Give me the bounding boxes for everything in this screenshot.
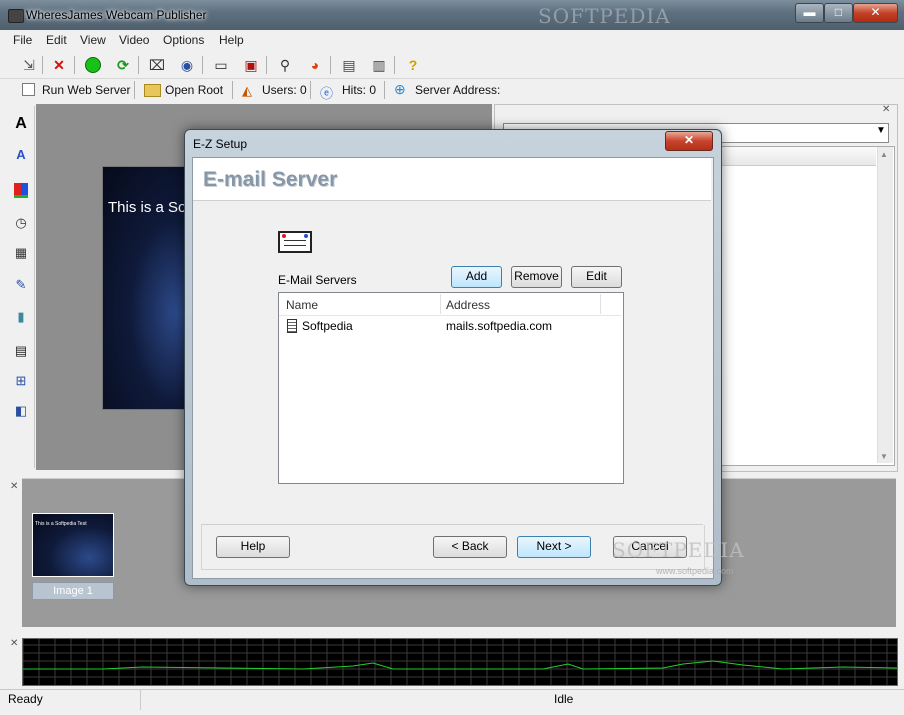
status-text: Ready	[8, 692, 43, 706]
menu-view[interactable]: View	[80, 33, 106, 47]
email-server-icon	[278, 231, 312, 253]
remove-button[interactable]: Remove	[511, 266, 562, 288]
network-icon[interactable]: ⊞	[12, 372, 30, 390]
menu-video[interactable]: Video	[119, 33, 149, 47]
camera-icon[interactable]: ▤	[340, 56, 358, 74]
thumbnail-image[interactable]: This is a Softpedia Test	[32, 513, 114, 577]
scroll-down-icon[interactable]: ▼	[880, 452, 888, 461]
eye-icon[interactable]: ◉	[178, 56, 196, 74]
text-effect-icon[interactable]: A	[12, 146, 30, 164]
delete-icon[interactable]: ✕	[50, 56, 68, 74]
server-address-label: Server Address:	[415, 83, 501, 97]
devices-icon[interactable]: ◧	[12, 402, 30, 420]
text-icon[interactable]: A	[12, 115, 30, 133]
toolbar-separator	[74, 56, 75, 74]
toolbar-separator	[134, 81, 135, 99]
toolbar-separator	[394, 56, 395, 74]
preview-caption: This is a So	[108, 199, 187, 216]
minimize-button[interactable]: ▬	[795, 3, 824, 23]
status-bar	[0, 689, 904, 712]
column-name[interactable]: Name	[286, 298, 318, 312]
clock-icon[interactable]: ◷	[12, 214, 30, 232]
menu-help[interactable]: Help	[219, 33, 244, 47]
grid-icon[interactable]: ▦	[12, 244, 30, 262]
colors-icon[interactable]: ◕	[306, 56, 324, 74]
column-divider[interactable]	[440, 294, 441, 314]
column-address[interactable]: Address	[446, 298, 490, 312]
toolbar-separator	[310, 81, 311, 99]
column-divider[interactable]	[600, 294, 601, 314]
dialog-close-button[interactable]: ✕	[665, 131, 713, 151]
close-button[interactable]: ✕	[853, 3, 898, 23]
next-button[interactable]: Next >	[517, 536, 591, 558]
toolbar-separator	[138, 56, 139, 74]
capture-icon[interactable]: ⌧	[148, 56, 166, 74]
toolbar-separator	[266, 56, 267, 74]
graph-close-icon[interactable]: ✕	[10, 638, 18, 649]
toolbar-separator	[330, 56, 331, 74]
dialog-heading: E-mail Server	[203, 168, 338, 191]
film-icon[interactable]: ▤	[12, 342, 30, 360]
status-divider	[140, 690, 141, 710]
activity-graph-svg	[22, 639, 898, 685]
watermark-brand: SOFTPEDIA	[612, 538, 745, 562]
email-servers-label: E-Mail Servers	[278, 273, 357, 287]
thumbnail-label[interactable]: Image 1	[32, 582, 114, 600]
dialog-title: E-Z Setup	[193, 137, 248, 151]
color-block-icon[interactable]	[12, 180, 30, 198]
run-web-server-label[interactable]: Run Web Server	[42, 83, 130, 97]
scroll-up-icon[interactable]: ▲	[880, 150, 888, 159]
hits-count: Hits: 0	[342, 83, 377, 97]
camera2-icon[interactable]: ▥	[370, 56, 388, 74]
open-root-button[interactable]: Open Root	[165, 83, 223, 97]
toolbar-separator	[384, 81, 385, 99]
window-title: WheresJames Webcam Publisher	[26, 8, 207, 22]
menu-edit[interactable]: Edit	[46, 33, 67, 47]
toolbar-separator	[232, 81, 233, 99]
thumbnail-caption: This is a Softpedia Test	[35, 521, 87, 527]
chevron-down-icon[interactable]: ▼	[876, 125, 886, 136]
server-name: Softpedia	[302, 319, 353, 333]
hits-icon: ⓔ	[320, 86, 334, 101]
back-button[interactable]: < Back	[433, 536, 507, 558]
help-icon[interactable]: ?	[404, 56, 422, 74]
menu-file[interactable]: File	[13, 33, 32, 47]
maximize-button[interactable]: □	[824, 3, 853, 23]
users-count: Users: 0	[262, 83, 307, 97]
server-address: mails.softpedia.com	[446, 319, 553, 333]
help-button[interactable]: Help	[216, 536, 290, 558]
panel-close-icon[interactable]: ✕	[882, 104, 890, 115]
card-icon[interactable]: ▭	[212, 56, 230, 74]
users-icon: ◭	[242, 83, 252, 98]
folder-icon	[144, 84, 161, 97]
save-icon[interactable]: ▣	[242, 56, 260, 74]
main-toolbar	[0, 52, 904, 79]
status-idle: Idle	[554, 692, 574, 706]
titlebar-watermark: SOFTPEDIA	[538, 4, 671, 28]
watermark-url: www.softpedia.com	[656, 566, 734, 576]
globe-icon: ⊕	[394, 81, 406, 97]
toolbar-separator	[42, 56, 43, 74]
edit-button[interactable]: Edit	[571, 266, 622, 288]
properties-scrollbar[interactable]	[877, 147, 893, 463]
menu-options[interactable]: Options	[163, 33, 204, 47]
paint-icon[interactable]: ✎	[12, 276, 30, 294]
app-icon	[8, 9, 24, 23]
run-web-server-checkbox[interactable]	[22, 83, 35, 96]
start-icon[interactable]	[84, 56, 102, 74]
new-icon[interactable]: ⇲	[20, 56, 38, 74]
wand-icon[interactable]: ⚲	[276, 56, 294, 74]
toolbar-separator	[202, 56, 203, 74]
server-icon	[287, 319, 297, 333]
refresh-icon[interactable]: ⟳	[114, 56, 132, 74]
thumbs-close-icon[interactable]: ✕	[10, 481, 18, 492]
brush-icon[interactable]: ▮	[12, 308, 30, 326]
title-bar: WheresJames Webcam Publisher	[0, 0, 904, 30]
add-button[interactable]: Add	[451, 266, 502, 288]
activity-graph	[22, 638, 898, 686]
